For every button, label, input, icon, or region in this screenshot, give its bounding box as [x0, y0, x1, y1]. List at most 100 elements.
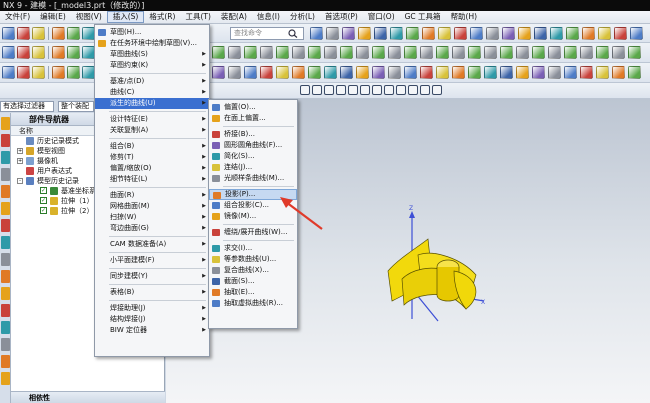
snap-button[interactable] — [336, 85, 346, 95]
toolbar-button[interactable] — [628, 46, 641, 59]
menu-item[interactable]: 光顺样条曲线(M)... — [209, 173, 297, 184]
toolbar-button[interactable] — [276, 46, 289, 59]
menu-item[interactable]: 网格曲面(M) ▶ — [95, 201, 209, 212]
toolbar-button[interactable] — [308, 66, 321, 79]
toolbar-button[interactable] — [2, 27, 15, 40]
menu-item[interactable]: 组合(B) ▶ — [95, 141, 209, 152]
toolbar-button[interactable] — [468, 46, 481, 59]
toolbar-button[interactable] — [452, 66, 465, 79]
toolbar-button[interactable] — [17, 46, 30, 59]
resource-bar-tab[interactable] — [1, 304, 10, 317]
toolbar-button[interactable] — [484, 66, 497, 79]
toolbar-button[interactable] — [324, 66, 337, 79]
toolbar-button[interactable] — [438, 27, 451, 40]
toolbar-button[interactable] — [582, 27, 595, 40]
toolbar-button[interactable] — [532, 66, 545, 79]
dependencies-panel-header[interactable]: 相依性 — [11, 391, 165, 403]
toolbar-button[interactable] — [32, 66, 45, 79]
menu-item[interactable]: 等参数曲线(U)... — [209, 254, 297, 265]
menu-item[interactable]: 在任务环境中绘制草图(V)... — [95, 38, 209, 49]
menu-view[interactable]: 视图(V) — [71, 11, 107, 23]
menu-item[interactable]: 偏置(O)... — [209, 102, 297, 113]
resource-bar-tab[interactable] — [1, 253, 10, 266]
toolbar-button[interactable] — [518, 27, 531, 40]
toolbar-button[interactable] — [420, 46, 433, 59]
toolbar-button[interactable] — [212, 46, 225, 59]
toolbar-button[interactable] — [356, 46, 369, 59]
menu-item[interactable]: 简化(S)... — [209, 151, 297, 162]
resource-bar-tab[interactable] — [1, 355, 10, 368]
menu-item[interactable]: 截面(S)... — [209, 276, 297, 287]
menu-item[interactable]: 草图约束(K) ▶ — [95, 60, 209, 71]
toolbar-button[interactable] — [244, 66, 257, 79]
toolbar-button[interactable] — [580, 46, 593, 59]
menu-item[interactable]: 连结(J)... — [209, 162, 297, 173]
toolbar-button[interactable] — [548, 66, 561, 79]
toolbar-button[interactable] — [228, 66, 241, 79]
toolbar-button[interactable] — [324, 46, 337, 59]
resource-bar-tab[interactable] — [1, 270, 10, 283]
toolbar-button[interactable] — [340, 66, 353, 79]
resource-bar-tab[interactable] — [1, 338, 10, 351]
toolbar-button[interactable] — [326, 27, 339, 40]
visibility-checkbox[interactable]: ✓ — [40, 197, 47, 204]
snap-button[interactable] — [360, 85, 370, 95]
resource-bar-tab[interactable] — [1, 236, 10, 249]
toolbar-button[interactable] — [550, 27, 563, 40]
expand-toggle-icon[interactable]: + — [17, 158, 23, 164]
toolbar-button[interactable] — [566, 27, 579, 40]
menu-file[interactable]: 文件(F) — [0, 11, 35, 23]
toolbar-button[interactable] — [614, 27, 627, 40]
menu-item[interactable]: 草图曲线(S) ▶ — [95, 49, 209, 60]
toolbar-button[interactable] — [628, 66, 641, 79]
toolbar-button[interactable] — [32, 46, 45, 59]
toolbar-button[interactable] — [292, 66, 305, 79]
menu-insert[interactable]: 插入(S) — [106, 11, 145, 23]
toolbar-button[interactable] — [260, 46, 273, 59]
toolbar-button[interactable] — [52, 66, 65, 79]
toolbar-button[interactable] — [468, 66, 481, 79]
toolbar-button[interactable] — [52, 27, 65, 40]
menu-item[interactable]: 桥接(B)... — [209, 129, 297, 140]
resource-bar-tab[interactable] — [1, 134, 10, 147]
toolbar-button[interactable] — [534, 27, 547, 40]
snap-button[interactable] — [408, 85, 418, 95]
toolbar-button[interactable] — [292, 46, 305, 59]
toolbar-button[interactable] — [484, 46, 497, 59]
toolbar-button[interactable] — [388, 66, 401, 79]
menu-tools[interactable]: 工具(T) — [180, 11, 215, 23]
toolbar-button[interactable] — [470, 27, 483, 40]
selection-scope-select[interactable]: 整个装配 — [58, 101, 94, 112]
toolbar-button[interactable] — [454, 27, 467, 40]
toolbar-button[interactable] — [502, 27, 515, 40]
menu-item[interactable]: 同步建模(Y) ▶ — [95, 271, 209, 282]
toolbar-button[interactable] — [212, 66, 225, 79]
menu-edit[interactable]: 编辑(E) — [35, 11, 71, 23]
menu-item[interactable]: 派生的曲线(U) ▶ — [95, 98, 209, 109]
visibility-checkbox[interactable]: ✓ — [40, 187, 47, 194]
menu-item[interactable]: 偏置/缩放(O) ▶ — [95, 163, 209, 174]
toolbar-button[interactable] — [2, 46, 15, 59]
expand-toggle-icon[interactable]: - — [17, 178, 23, 184]
menu-item[interactable]: 基准/点(D) ▶ — [95, 76, 209, 87]
toolbar-button[interactable] — [17, 66, 30, 79]
snap-button[interactable] — [384, 85, 394, 95]
toolbar-button[interactable] — [612, 46, 625, 59]
toolbar-button[interactable] — [52, 46, 65, 59]
toolbar-button[interactable] — [356, 66, 369, 79]
resource-bar-tab[interactable] — [1, 151, 10, 164]
toolbar-button[interactable] — [516, 46, 529, 59]
menu-item[interactable]: 弯边曲面(G) ▶ — [95, 223, 209, 234]
toolbar-button[interactable] — [598, 27, 611, 40]
snap-button[interactable] — [312, 85, 322, 95]
menu-item[interactable]: 结构焊接(J) ▶ — [95, 314, 209, 325]
menu-item[interactable]: 曲面(R) ▶ — [95, 190, 209, 201]
menu-item[interactable]: 小平面建模(F) ▶ — [95, 255, 209, 266]
resource-bar-tab[interactable] — [1, 321, 10, 334]
toolbar-button[interactable] — [17, 27, 30, 40]
toolbar-button[interactable] — [67, 66, 80, 79]
toolbar-button[interactable] — [436, 46, 449, 59]
menu-assembly[interactable]: 装配(A) — [216, 11, 252, 23]
toolbar-button[interactable] — [516, 66, 529, 79]
toolbar-button[interactable] — [404, 46, 417, 59]
